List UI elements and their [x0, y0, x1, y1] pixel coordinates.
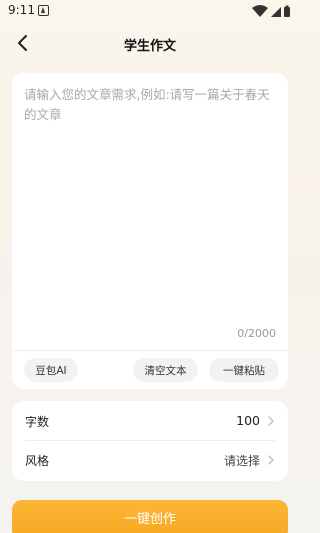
signal-icon [271, 7, 281, 17]
status-icons [252, 4, 292, 18]
page-title: 学生作文 [123, 39, 176, 54]
word-count-row[interactable]: 字数 100 [12, 402, 288, 440]
paste-button[interactable]: 一键粘贴 [209, 358, 279, 382]
chevron-right-icon [268, 416, 274, 426]
style-row[interactable]: 风格 请选择 [12, 441, 288, 479]
notification-icon [38, 5, 49, 16]
style-label: 风格 [25, 454, 50, 468]
create-button[interactable]: 一键创作 [12, 500, 288, 533]
clear-text-button[interactable]: 清空文本 [133, 358, 198, 382]
editor-card: 0/2000 豆包AI 清空文本 一键粘贴 [12, 73, 288, 389]
wifi-icon [252, 5, 268, 17]
status-bar: 9:11 [0, 0, 300, 22]
header: 学生作文 [0, 28, 300, 58]
style-value: 请选择 [223, 454, 260, 468]
settings-card: 字数 100 风格 请选择 [12, 401, 288, 481]
doubao-ai-button[interactable]: 豆包AI [24, 358, 78, 382]
battery-icon [284, 5, 290, 17]
chevron-right-icon [268, 455, 274, 465]
divider [12, 350, 288, 351]
essay-requirement-input[interactable] [24, 85, 276, 335]
create-button-label: 一键创作 [123, 511, 176, 527]
status-time: 9:11 [8, 3, 35, 17]
word-count-label: 字数 [25, 415, 50, 429]
char-count: 0/2000 [237, 327, 276, 340]
word-count-value: 100 [236, 413, 260, 428]
